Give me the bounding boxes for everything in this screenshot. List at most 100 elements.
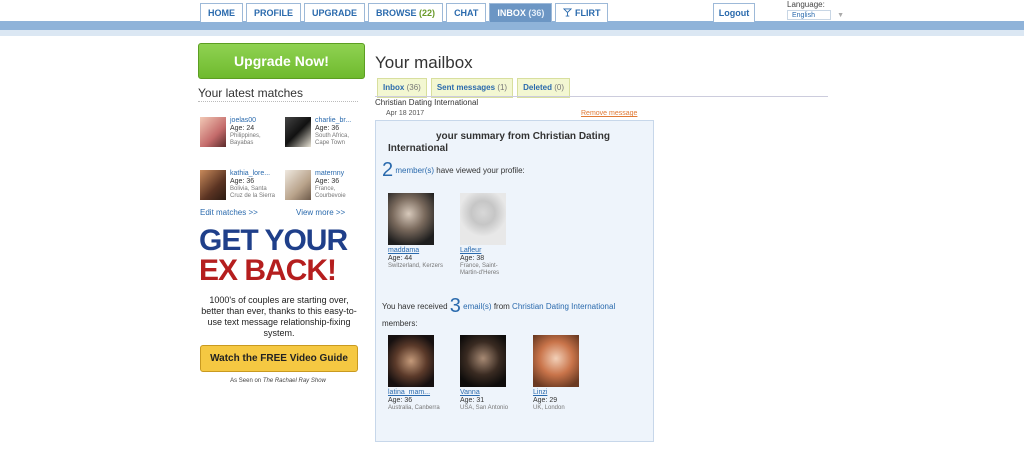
ad-video-button[interactable]: Watch the FREE Video Guide <box>200 345 358 372</box>
match-age: Age: 36 <box>315 125 340 132</box>
viewer-photo[interactable] <box>460 193 506 245</box>
received-summary: You have received 3 email(s) from Christ… <box>382 296 615 316</box>
nav-tab-upgrade[interactable]: UPGRADE <box>304 3 366 22</box>
nav-tab-label: CHAT <box>454 8 479 18</box>
chevron-down-icon: ▼ <box>837 12 844 19</box>
tab-count: (1) <box>497 83 508 92</box>
ad-headline[interactable]: GET YOUR <box>199 226 348 256</box>
match-card[interactable]: charlie_br... Age: 36 South Africa, Cape… <box>285 117 370 165</box>
sender-location: UK, London <box>533 405 565 411</box>
tab-label: Deleted <box>523 83 552 92</box>
viewer-age: Age: 38 <box>460 255 485 262</box>
nav-tab-label: UPGRADE <box>312 8 358 18</box>
match-photo[interactable] <box>285 117 311 147</box>
sender-photo[interactable] <box>388 335 434 387</box>
language-select[interactable]: English ▼ <box>787 10 844 20</box>
viewed-members-link[interactable]: member(s) <box>395 166 434 175</box>
match-photo[interactable] <box>200 117 226 147</box>
received-from: from <box>493 302 510 311</box>
match-name[interactable]: joelas00 <box>230 117 256 124</box>
match-name[interactable]: kathia_lore... <box>230 170 270 177</box>
tab-deleted[interactable]: Deleted (0) <box>517 78 571 98</box>
view-more-link[interactable]: View more >> <box>296 208 345 217</box>
match-photo[interactable] <box>285 170 311 200</box>
ad-seen-show: The Rachael Ray Show <box>262 378 326 384</box>
latest-matches-title: Your latest matches <box>198 86 303 100</box>
viewer-photo[interactable] <box>388 193 434 245</box>
sender-location: USA, San Antonio <box>460 405 509 411</box>
ad-body: 1000's of couples are starting over, bet… <box>201 295 357 338</box>
tab-sent-messages[interactable]: Sent messages (1) <box>430 78 514 98</box>
tab-label: Sent messages <box>436 83 496 92</box>
match-location: Bolivia, Santa Cruz de la Sierra <box>230 186 276 199</box>
nav-tab-label: HOME <box>208 8 235 18</box>
nav-tab-label: FLIRT <box>574 8 601 18</box>
sender-name[interactable]: latina_mam... <box>388 389 430 396</box>
match-location: France, Courbevoie <box>315 186 346 199</box>
nav-tab-flirt[interactable]: FLIRT <box>555 3 609 22</box>
nav-tab-inbox[interactable]: INBOX (36) <box>489 3 553 22</box>
match-card[interactable]: joelas00 Age: 24 Philippines, Bayabas <box>200 117 285 165</box>
page-title: Your mailbox <box>375 53 473 72</box>
sender-location: Australia, Canberra <box>388 405 440 411</box>
nav-tab-chat[interactable]: CHAT <box>446 3 487 22</box>
nav-tab-browse[interactable]: BROWSE (22) <box>368 3 444 22</box>
ad-seen-prefix: As Seen on <box>230 378 262 384</box>
nav-tab-label: INBOX <box>497 8 526 18</box>
received-prefix: You have received <box>382 302 448 311</box>
upgrade-now-button[interactable]: Upgrade Now! <box>198 43 365 79</box>
viewer-location: Switzerland, Kerzers <box>388 263 444 269</box>
tab-count: (36) <box>406 83 421 92</box>
ad-seen-on: As Seen on The Rachael Ray Show <box>200 378 356 384</box>
language-value: English <box>792 12 815 19</box>
viewer-name[interactable]: Lafleur <box>460 247 481 254</box>
ad-headline[interactable]: EX BACK! <box>199 256 337 286</box>
match-age: Age: 36 <box>315 178 340 185</box>
logout-button[interactable]: Logout <box>713 3 755 22</box>
viewed-summary: 2 member(s) have viewed your profile: <box>382 160 525 180</box>
nav-tab-count: (22) <box>419 8 436 18</box>
mailbox-tabs: Inbox (36) Sent messages (1) Deleted (0) <box>377 78 574 98</box>
summary-title: your summary from Christian Dating Inter… <box>388 131 610 154</box>
nav-tab-label: PROFILE <box>254 8 294 18</box>
main-nav: HOME PROFILE UPGRADE BROWSE (22) CHAT IN… <box>200 3 611 23</box>
sender-age: Age: 31 <box>460 397 485 404</box>
nav-tab-profile[interactable]: PROFILE <box>246 3 302 22</box>
viewer-name[interactable]: maddama <box>388 247 419 254</box>
received-suffix: members: <box>382 319 418 328</box>
edit-matches-link[interactable]: Edit matches >> <box>200 208 258 217</box>
cocktail-icon <box>563 8 573 17</box>
sender-name[interactable]: Linzi <box>533 389 547 396</box>
divider <box>198 101 358 102</box>
remove-message-link[interactable]: Remove message <box>581 110 637 117</box>
sender-age: Age: 29 <box>533 397 558 404</box>
viewer-location: France, Saint-Martin-d'Heres <box>460 263 500 276</box>
sender-photo[interactable] <box>460 335 506 387</box>
language-label: Language: <box>787 0 825 9</box>
match-location: South Africa, Cape Town <box>315 133 350 146</box>
message-sender: Christian Dating International <box>375 98 479 107</box>
nav-tab-home[interactable]: HOME <box>200 3 243 22</box>
match-location: Philippines, Bayabas <box>230 133 261 146</box>
match-photo[interactable] <box>200 170 226 200</box>
tab-inbox[interactable]: Inbox (36) <box>377 78 427 98</box>
match-name[interactable]: maternny <box>315 170 344 177</box>
header-band-light <box>0 30 1024 36</box>
divider <box>375 96 828 97</box>
tab-count: (0) <box>554 83 565 92</box>
match-name[interactable]: charlie_br... <box>315 117 351 124</box>
tab-label: Inbox <box>383 83 405 92</box>
sender-age: Age: 36 <box>388 397 413 404</box>
match-age: Age: 24 <box>230 125 255 132</box>
viewer-age: Age: 44 <box>388 255 413 262</box>
received-emails-link[interactable]: email(s) <box>463 302 491 311</box>
viewed-text: have viewed your profile: <box>436 166 525 175</box>
received-sender-link[interactable]: Christian Dating International <box>512 302 615 311</box>
summary-panel: your summary from Christian Dating Inter… <box>375 120 654 442</box>
received-count: 3 <box>449 295 461 317</box>
sender-name[interactable]: Vanna <box>460 389 480 396</box>
message-date: Apr 18 2017 <box>386 110 425 117</box>
sender-photo[interactable] <box>533 335 579 387</box>
nav-tab-label: BROWSE <box>376 8 417 18</box>
nav-tab-count: (36) <box>528 8 545 18</box>
